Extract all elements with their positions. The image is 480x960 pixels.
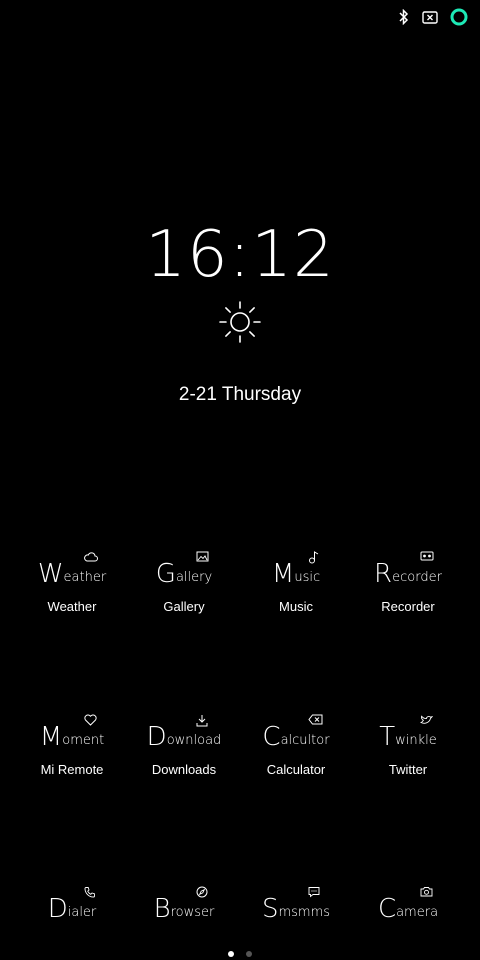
status-bar [398,8,468,26]
phone-icon [84,887,95,898]
app-label: Downloads [151,762,217,777]
clock-time[interactable]: 16:12 [0,218,480,292]
app-icon-browser: Browser [128,886,240,922]
app-messages[interactable]: Smsmms [240,886,352,934]
app-dialer[interactable]: Dialer [16,886,128,934]
download-icon [196,715,208,727]
date-label[interactable]: 2-21 Thursday [0,384,480,406]
app-icon-dialer: Dialer [16,886,128,922]
app-calculator[interactable]: Calcultor Calculator [240,714,352,777]
app-twitter[interactable]: Twinkle Twitter [352,714,464,777]
camera-icon [420,887,433,897]
sim-card-none-icon [422,10,438,24]
sun-icon[interactable] [218,300,262,344]
app-recorder[interactable]: Recorder Recorder [352,551,464,614]
app-label: Weather [47,599,97,614]
app-icon-mi-remote: Moment [16,714,128,750]
app-label: Gallery [163,599,205,614]
bluetooth-icon [399,9,409,25]
app-icon-downloads: Download [128,714,240,750]
app-icon-gallery: Gallery [128,551,240,587]
app-music[interactable]: Music Music [240,551,352,614]
app-weather[interactable]: Weather Weather [16,551,128,614]
app-label: Mi Remote [40,762,104,777]
app-downloads[interactable]: Download Downloads [128,714,240,777]
tape-icon [420,551,434,561]
app-label: Twitter [388,762,428,777]
bird-icon [420,715,433,724]
app-icon-twitter: Twinkle [352,714,464,750]
page-dot-2[interactable] [246,951,252,957]
cloud-icon [84,552,98,562]
app-icon-music: Music [240,551,352,587]
compass-icon [196,886,208,898]
chat-icon [308,887,320,898]
app-icon-calculator: Calcultor [240,714,352,750]
app-label: Music [279,599,313,614]
backspace-icon [308,714,323,725]
app-gallery[interactable]: Gallery Gallery [128,551,240,614]
app-browser[interactable]: Browser [128,886,240,934]
app-mi-remote[interactable]: Moment Mi Remote [16,714,128,777]
app-label: Recorder [381,599,435,614]
image-icon [196,551,209,562]
app-camera[interactable]: Camera [352,886,464,934]
page-dot-1[interactable] [228,951,234,957]
battery-ring-icon [450,8,468,26]
app-label: Calculator [266,762,326,777]
app-icon-camera: Camera [352,886,464,922]
heart-icon [84,714,97,726]
page-indicator[interactable] [0,951,480,957]
app-icon-messages: Smsmms [240,886,352,922]
app-icon-recorder: Recorder [352,551,464,587]
music-note-icon [309,551,319,564]
app-icon-weather: Weather [16,551,128,587]
